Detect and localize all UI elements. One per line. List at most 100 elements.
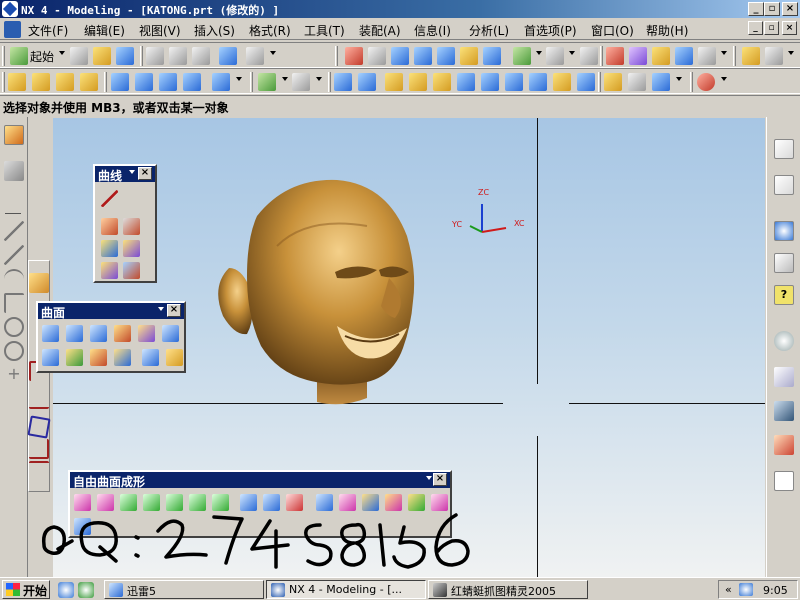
doc-close-button[interactable]: × <box>782 21 797 35</box>
rotate-icon[interactable] <box>437 47 455 65</box>
clock-icon[interactable] <box>774 331 794 351</box>
magnify-icon[interactable] <box>414 47 432 65</box>
thicken-icon[interactable] <box>577 73 595 91</box>
boss-icon[interactable] <box>135 73 153 91</box>
pan-icon[interactable] <box>460 47 478 65</box>
wcs-icon[interactable] <box>652 47 670 65</box>
tube-icon[interactable] <box>80 73 98 91</box>
mirror-curve-icon[interactable] <box>29 461 49 481</box>
join-curve-icon[interactable] <box>123 240 140 257</box>
menu-insert[interactable]: 插入(S) <box>194 22 235 39</box>
blank-page-icon[interactable] <box>774 471 794 491</box>
shell-icon[interactable] <box>385 73 403 91</box>
undo-icon[interactable] <box>219 47 237 65</box>
chevron-down-icon[interactable] <box>270 51 276 55</box>
start-icon[interactable] <box>10 47 28 65</box>
taskbar-button-nx[interactable]: NX 4 - Modeling - [... <box>266 580 426 599</box>
quilt-icon[interactable] <box>114 349 131 366</box>
chevron-down-icon[interactable] <box>282 77 288 81</box>
cartoon-head-model[interactable] <box>217 176 427 411</box>
measure-icon[interactable] <box>675 47 693 65</box>
trim-curve-icon[interactable] <box>29 389 49 409</box>
chevron-down-icon[interactable] <box>426 476 432 480</box>
internet-explorer-icon[interactable] <box>58 582 74 598</box>
chamfer-icon[interactable] <box>358 73 376 91</box>
datum-icon[interactable] <box>4 161 24 181</box>
offset-face-icon[interactable] <box>433 73 451 91</box>
show-desktop-icon[interactable] <box>78 582 94 598</box>
doc-minimize-button[interactable]: _ <box>748 21 763 35</box>
part-navigator-icon[interactable] <box>774 175 794 195</box>
chevron-down-icon[interactable] <box>316 77 322 81</box>
menu-preferences[interactable]: 首选项(P) <box>524 22 577 39</box>
surface-palette-titlebar[interactable]: 曲面 × <box>38 303 184 320</box>
curve-palette-titlebar[interactable]: 曲线 × <box>95 166 155 183</box>
sweep-icon[interactable] <box>56 73 74 91</box>
selection-filter-icon[interactable] <box>246 47 264 65</box>
roles-icon[interactable] <box>774 367 794 387</box>
system-materials-icon[interactable] <box>774 401 794 421</box>
trimmed-sheet-icon[interactable] <box>66 349 83 366</box>
dimension-icon[interactable] <box>742 47 760 65</box>
zoom-in-out-icon[interactable] <box>391 47 409 65</box>
color-palette-icon[interactable] <box>697 73 715 91</box>
extrude-icon[interactable] <box>8 73 26 91</box>
nx-menu-logo-icon[interactable] <box>4 21 21 38</box>
chevron-down-icon[interactable] <box>569 51 575 55</box>
block-icon[interactable] <box>212 73 230 91</box>
clock[interactable]: 9:05 <box>763 584 788 597</box>
assembly-navigator-icon[interactable] <box>774 139 794 159</box>
revolve-icon[interactable] <box>32 73 50 91</box>
quick-extend-icon[interactable] <box>27 415 51 439</box>
close-icon[interactable]: × <box>433 473 447 486</box>
bridge-curve-icon[interactable] <box>101 240 118 257</box>
point-method-icon[interactable] <box>629 47 647 65</box>
styled-blend-icon[interactable] <box>90 349 107 366</box>
shaded-icon[interactable] <box>513 47 531 65</box>
offset-surface-icon[interactable] <box>138 325 155 342</box>
minimize-button[interactable]: _ <box>748 2 764 16</box>
hole-icon[interactable] <box>111 73 129 91</box>
close-button[interactable]: × <box>782 2 798 16</box>
chevron-down-icon[interactable] <box>676 77 682 81</box>
draft-icon[interactable] <box>409 73 427 91</box>
unite-icon[interactable] <box>258 73 276 91</box>
trim-body-icon[interactable] <box>292 73 310 91</box>
intersect-curve-icon[interactable] <box>123 262 140 279</box>
fit-view-icon[interactable] <box>345 47 363 65</box>
bounded-plane-icon[interactable] <box>162 325 179 342</box>
chevron-down-icon[interactable] <box>236 77 242 81</box>
network-icon[interactable] <box>739 583 753 596</box>
history-icon[interactable] <box>774 253 794 273</box>
copy-icon[interactable] <box>169 47 187 65</box>
menu-tools[interactable]: 工具(T) <box>304 22 345 39</box>
patch-icon[interactable] <box>529 73 547 91</box>
line-icon[interactable] <box>4 221 24 241</box>
paste-icon[interactable] <box>192 47 210 65</box>
help-icon[interactable]: ? <box>774 285 794 305</box>
visualization-icon[interactable] <box>774 435 794 455</box>
corner-icon[interactable] <box>4 293 24 313</box>
pencil-icon[interactable] <box>765 47 783 65</box>
tray-expand-button[interactable]: « <box>725 583 732 596</box>
edit-feature-icon[interactable] <box>604 73 622 91</box>
spline-icon[interactable] <box>123 218 140 235</box>
view-orient-icon[interactable] <box>483 47 501 65</box>
circle-center-icon[interactable] <box>4 341 24 361</box>
through-curves-icon[interactable] <box>42 325 59 342</box>
through-curve-mesh-icon[interactable] <box>66 325 83 342</box>
menu-window[interactable]: 窗口(O) <box>591 22 634 39</box>
menu-help[interactable]: 帮助(H) <box>646 22 688 39</box>
new-file-icon[interactable] <box>70 47 88 65</box>
cut-icon[interactable] <box>146 47 164 65</box>
internet-explorer-icon[interactable] <box>774 221 794 241</box>
sew-icon[interactable] <box>505 73 523 91</box>
doc-restore-button[interactable]: ▫ <box>764 21 779 35</box>
circle-icon[interactable] <box>4 317 24 337</box>
chevron-down-icon[interactable] <box>721 51 727 55</box>
arc-icon[interactable] <box>4 269 24 289</box>
extension-icon[interactable] <box>42 349 59 366</box>
sew-surface-icon[interactable] <box>142 349 159 366</box>
start-application-button[interactable]: 起始 <box>30 48 54 65</box>
pocket-icon[interactable] <box>159 73 177 91</box>
